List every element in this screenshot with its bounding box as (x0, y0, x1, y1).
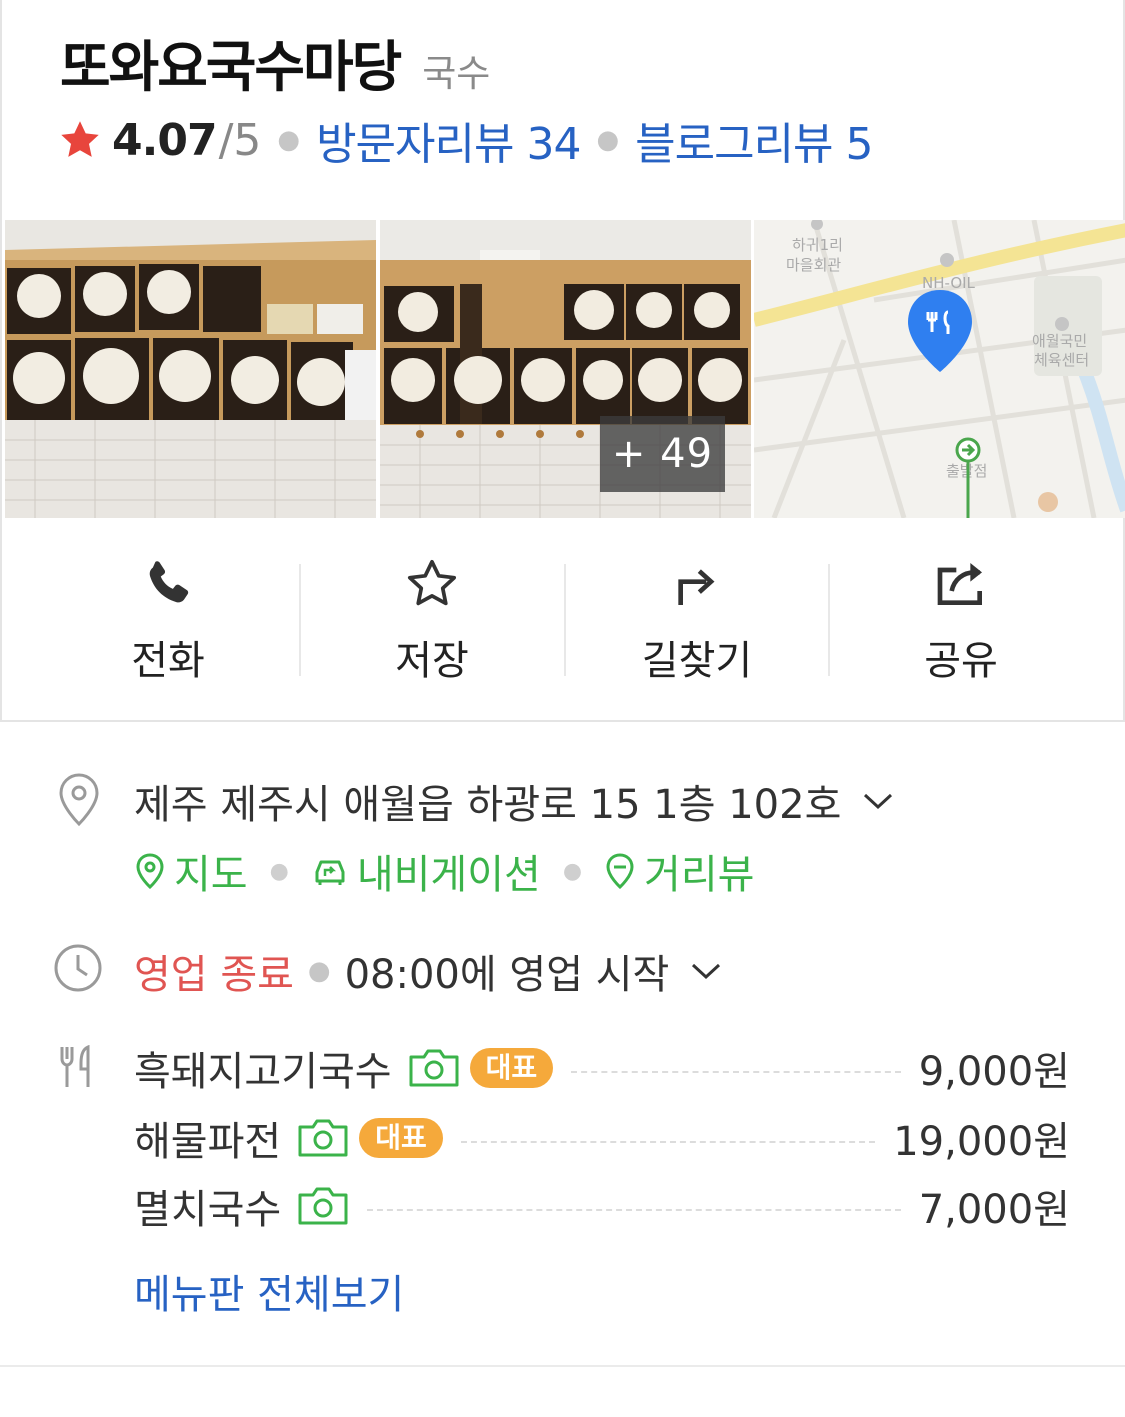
photo-strip: 하귀1리 마을회관 NH-OIL 애월국민 체육센터 출발점 (5, 220, 1125, 518)
street-view-link[interactable]: 거리뷰 (604, 842, 754, 900)
map-thumbnail[interactable]: 하귀1리 마을회관 NH-OIL 애월국민 체육센터 출발점 (754, 220, 1125, 518)
rating-row: 4.07 /5 ● 방문자리뷰 34 ● 블로그리뷰 5 (58, 108, 874, 172)
price-leader (367, 1209, 901, 1211)
svg-text:마을회관: 마을회관 (786, 256, 841, 274)
camera-icon[interactable] (408, 1048, 460, 1088)
hours-next-open: 08:00에 영업 시작 (344, 952, 670, 998)
street-view-icon (606, 853, 634, 890)
camera-icon[interactable] (297, 1118, 349, 1158)
photo-thumbnail[interactable] (5, 220, 376, 518)
separator-dot: ● (269, 858, 289, 884)
camera-icon[interactable] (297, 1186, 349, 1226)
separator-dot: ● (596, 125, 620, 155)
more-photos-badge[interactable]: + 49 (600, 416, 725, 492)
menu-item-price: 7,000원 (918, 1187, 1070, 1233)
svg-text:체육센터: 체육센터 (1034, 351, 1089, 369)
navigation-link[interactable]: 내비게이션 (311, 842, 541, 900)
share-icon (937, 563, 982, 605)
hours-status: 영업 종료 (134, 952, 294, 998)
separator-dot: ● (277, 125, 301, 155)
rating-max: /5 (218, 114, 262, 166)
map-pin-icon (136, 853, 164, 890)
blog-reviews-link[interactable]: 블로그리뷰 5 (635, 108, 873, 172)
section-divider (0, 1365, 1125, 1367)
directions-label: 길찾기 (641, 638, 753, 684)
price-leader (571, 1071, 901, 1073)
place-name[interactable]: 또와요국수마당 (60, 22, 402, 102)
phone-icon (149, 561, 189, 603)
address-links: 지도 ● 내비게이션 ● 거리뷰 (134, 842, 754, 900)
price-leader (460, 1141, 876, 1143)
directions-icon (678, 569, 715, 605)
call-button[interactable]: 전화 (36, 538, 300, 688)
share-button[interactable]: 공유 (829, 538, 1093, 688)
view-full-menu-link[interactable]: 메뉴판 전체보기 (134, 1262, 404, 1320)
place-summary-card: 또와요국수마당 국수 4.07 /5 ● 방문자리뷰 34 ● 블로그리뷰 5 (0, 0, 1125, 722)
menu-item-name: 멸치국수 (134, 1187, 282, 1233)
star-icon (61, 121, 99, 157)
place-category: 국수 (422, 52, 491, 95)
share-label: 공유 (924, 638, 998, 684)
clock-icon (54, 944, 102, 992)
directions-button[interactable]: 길찾기 (565, 538, 829, 688)
star-outline-icon (407, 559, 457, 606)
rating-score: 4.07 (112, 114, 218, 166)
menu-item-name: 흑돼지고기국수 (134, 1049, 392, 1095)
address-text: 제주 제주시 애월읍 하광로 15 1층 102호 (134, 782, 842, 828)
menu-item-price: 9,000원 (918, 1049, 1070, 1095)
menu-item-name: 해물파전 (134, 1119, 282, 1165)
menu-item-price: 19,000원 (893, 1119, 1070, 1165)
separator-dot: ● (562, 858, 583, 884)
chevron-down-icon[interactable] (689, 959, 723, 983)
signature-badge: 대표 (359, 1118, 443, 1158)
location-icon (59, 773, 99, 827)
separator-dot: ● (307, 956, 331, 986)
title-row: 또와요국수마당 국수 (60, 22, 490, 102)
signature-badge: 대표 (469, 1048, 554, 1088)
business-hours-row[interactable]: 영업 종료 ● 08:00에 영업 시작 (134, 942, 723, 1000)
save-label: 저장 (395, 638, 469, 684)
address-row[interactable]: 제주 제주시 애월읍 하광로 15 1층 102호 (134, 772, 895, 830)
call-label: 전화 (131, 638, 205, 684)
chevron-down-icon[interactable] (861, 789, 895, 813)
svg-text:NH-OIL: NH-OIL (922, 274, 976, 292)
map-link-label: 지도 (174, 852, 248, 898)
street-view-link-label: 거리뷰 (644, 852, 755, 898)
visitor-reviews-link[interactable]: 방문자리뷰 34 (316, 108, 581, 172)
svg-text:애월국민: 애월국민 (1032, 332, 1087, 350)
menu-item[interactable]: 멸치국수 7,000원 (134, 1178, 1070, 1234)
car-icon (315, 860, 345, 885)
map-link[interactable]: 지도 (134, 842, 248, 900)
navigation-link-label: 내비게이션 (356, 852, 541, 898)
save-button[interactable]: 저장 (300, 538, 564, 688)
action-bar: 전화 저장 길찾기 공유 (2, 538, 1123, 688)
svg-text:하귀1리: 하귀1리 (792, 236, 843, 254)
menu-item[interactable]: 흑돼지고기국수 대표 9,000원 (134, 1040, 1070, 1096)
utensils-icon (60, 1045, 90, 1087)
menu-item[interactable]: 해물파전 대표 19,000원 (134, 1110, 1070, 1166)
